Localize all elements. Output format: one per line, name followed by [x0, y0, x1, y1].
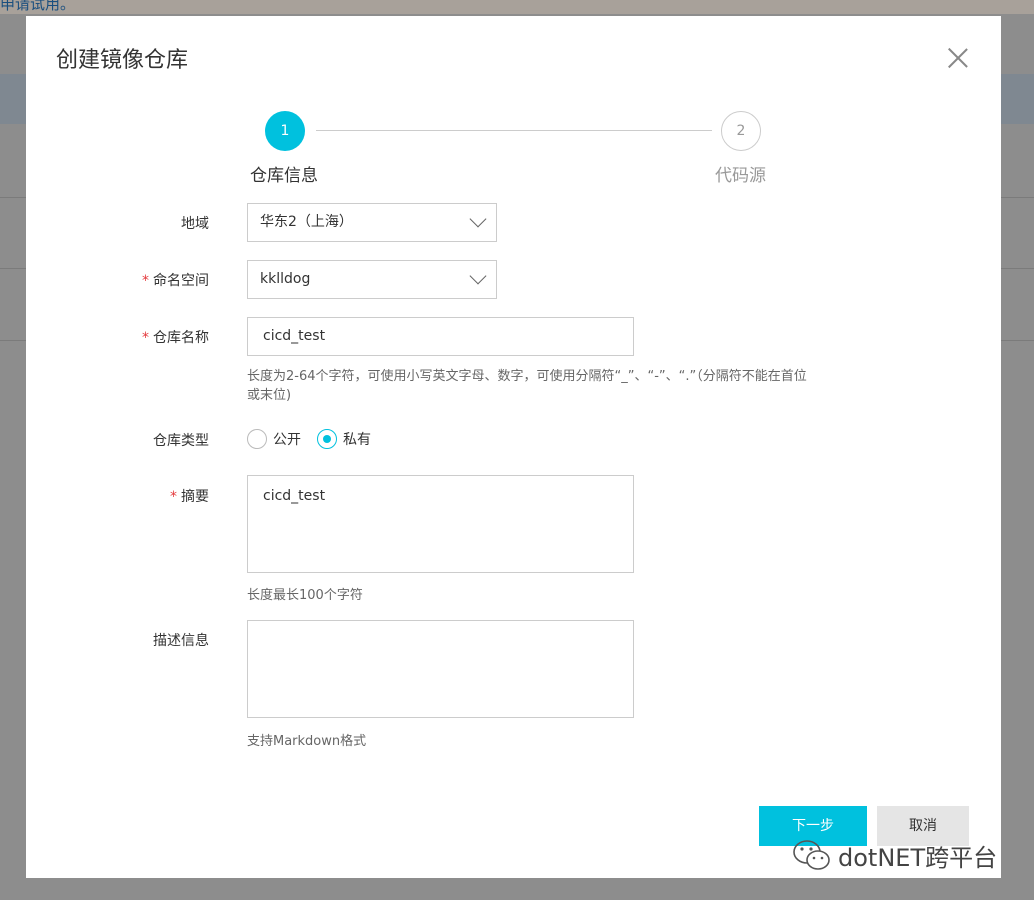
background-topbar [0, 0, 1034, 14]
stepper-connector [316, 130, 712, 131]
summary-label: * 摘要 [170, 489, 209, 505]
required-asterisk: * [170, 489, 177, 505]
summary-textarea[interactable]: cicd_test [247, 475, 634, 573]
chevron-down-icon [469, 267, 487, 285]
region-select[interactable]: 华东2（上海） [247, 203, 497, 242]
required-asterisk: * [142, 330, 149, 346]
repo-name-label: * 仓库名称 [142, 330, 209, 346]
step-1-label: 仓库信息 [250, 166, 318, 186]
wechat-icon [793, 839, 830, 870]
region-select-value: 华东2（上海） [260, 214, 353, 230]
description-textarea[interactable] [247, 620, 634, 718]
chevron-down-icon [469, 210, 487, 228]
summary-hint: 长度最长100个字符 [247, 588, 363, 603]
namespace-select-value: kklldog [260, 271, 311, 287]
region-label: 地域 [181, 216, 209, 232]
step-2-indicator: 2 [721, 111, 761, 151]
namespace-select[interactable]: kklldog [247, 260, 497, 299]
repo-type-private-option[interactable]: 私有 [317, 429, 371, 449]
step-2-label: 代码源 [715, 166, 766, 186]
repo-name-hint: 长度为2-64个字符，可使用小写英文字母、数字，可使用分隔符“_”、“-”、“.… [247, 369, 807, 403]
background-trial-link: 申请试用。 [0, 0, 76, 13]
watermark: dotNET跨平台 [792, 838, 997, 873]
repo-type-public-option[interactable]: 公开 [247, 429, 301, 449]
description-hint: 支持Markdown格式 [247, 734, 367, 749]
description-label: 描述信息 [153, 633, 209, 649]
dialog-title: 创建镜像仓库 [56, 48, 189, 73]
step-1-indicator: 1 [265, 111, 305, 151]
close-icon[interactable] [944, 44, 972, 72]
watermark-text: dotNET跨平台 [838, 844, 998, 872]
required-asterisk: * [142, 273, 149, 289]
radio-checked-icon[interactable] [317, 429, 337, 449]
create-repository-dialog: 创建镜像仓库 1 2 仓库信息 代码源 地域 华东2（上海） * 命名空间 kkl… [26, 16, 1001, 878]
repo-name-input[interactable]: cicd_test [247, 317, 634, 356]
namespace-label: * 命名空间 [142, 273, 209, 289]
radio-unchecked-icon[interactable] [247, 429, 267, 449]
repo-type-label: 仓库类型 [153, 433, 209, 449]
repo-type-radio-group: 公开 私有 [247, 429, 387, 449]
